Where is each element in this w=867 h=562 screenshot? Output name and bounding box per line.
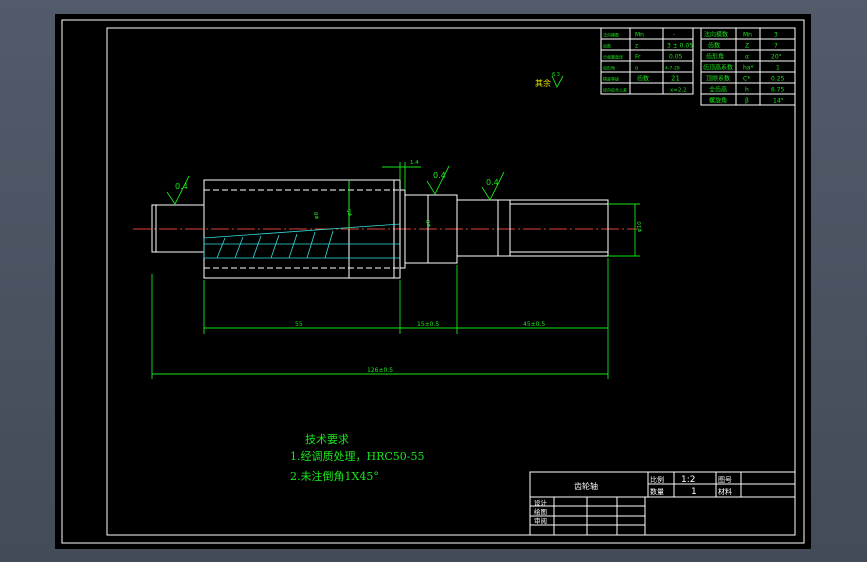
gear-params-table-left: 法向模数 Mn - 齿数 z 3 ± 0.05 分度圆直径 Fr 0.05 齿形… bbox=[600, 27, 694, 95]
title-block: 齿轮轴 比例 1:2 图号 数量 1 材料 设计 绘图 审阅 bbox=[529, 471, 796, 536]
roughness-symbols: 0.4 0.4 0.4 bbox=[166, 165, 505, 205]
dim-gear-length: 55 bbox=[295, 321, 303, 328]
param-l0-val: - bbox=[673, 32, 675, 39]
surface-roughness-other: 其余 6.3 bbox=[535, 72, 564, 89]
scale-value: 1:2 bbox=[681, 475, 695, 485]
outer-border bbox=[61, 19, 805, 544]
part-name: 齿轮轴 bbox=[574, 481, 598, 491]
param-r4-name: 顶隙系数 bbox=[706, 75, 730, 83]
param-l3-val: 4-7-28 bbox=[665, 66, 680, 72]
param-l4-name: 精度等级 bbox=[603, 76, 619, 82]
param-l5-name: 径向综合公差 bbox=[603, 87, 627, 93]
shaft-part-drawing bbox=[133, 179, 638, 279]
param-l4-sym: 齿数 bbox=[637, 75, 649, 83]
dim-mid-length: 15±0.5 bbox=[417, 321, 439, 328]
roughness-middle: 0.4 bbox=[433, 171, 446, 180]
dim-shoulder: 1.4 bbox=[410, 160, 419, 166]
dim-total-length: 126±0.5 bbox=[367, 367, 393, 374]
param-r2-name: 齿形角 bbox=[706, 53, 724, 61]
param-r2-sym: α bbox=[745, 54, 749, 61]
dim-right-length: 45±0.5 bbox=[523, 321, 545, 328]
inner-frame bbox=[106, 27, 796, 536]
dimensions: 55 15±0.5 45±0.5 126±0.5 1.4 φ8 φ5 φ8 φ1… bbox=[151, 160, 643, 379]
param-r0-name: 法向模数 bbox=[704, 31, 728, 39]
material-label: 材料 bbox=[718, 487, 732, 496]
param-r5-val: 6.75 bbox=[771, 87, 785, 94]
draw-label: 绘图 bbox=[534, 507, 547, 516]
notes-title: 技术要求 bbox=[305, 433, 349, 446]
notes-line-2: 2.未注倒角1X45° bbox=[290, 469, 379, 483]
param-r0-val: 3 bbox=[774, 32, 778, 39]
dim-right-diameter: φ10 bbox=[637, 221, 643, 232]
roughness-left: 0.4 bbox=[175, 182, 188, 191]
engineering-drawing: 法向模数 Mn - 齿数 z 3 ± 0.05 分度圆直径 Fr 0.05 齿形… bbox=[61, 19, 805, 544]
param-r5-sym: h bbox=[745, 87, 749, 94]
param-r0-sym: Mn bbox=[743, 32, 752, 39]
param-l1-val: 3 ± 0.05 bbox=[667, 43, 693, 50]
qty-value: 1 bbox=[691, 487, 697, 497]
notes-line-1: 1.经调质处理，HRC50-55 bbox=[290, 450, 425, 463]
drawing-no-label: 图号 bbox=[718, 476, 732, 484]
review-label: 审阅 bbox=[534, 516, 547, 525]
param-r3-val: 1 bbox=[776, 65, 780, 72]
gear-params-table-right: 法向模数 Mn 3 齿数 Z 7 齿形角 α 20° 齿顶高系数 ha* 1 顶… bbox=[700, 27, 796, 106]
param-l0-sym: Mn bbox=[635, 32, 644, 39]
param-l5-val: x=2.2 bbox=[670, 88, 687, 94]
surface-note-label: 其余 bbox=[535, 78, 551, 88]
technical-requirements: 技术要求 1.经调质处理，HRC50-55 2.未注倒角1X45° bbox=[290, 433, 425, 483]
param-l0-name: 法向模数 bbox=[603, 32, 619, 38]
param-r3-sym: ha* bbox=[743, 65, 753, 72]
param-r4-sym: C* bbox=[743, 76, 750, 83]
param-r1-name: 齿数 bbox=[708, 42, 720, 50]
roughness-right: 0.4 bbox=[486, 178, 499, 187]
param-l3-sym: α bbox=[635, 66, 639, 72]
scale-label: 比例 bbox=[650, 475, 664, 484]
surface-note-value: 6.3 bbox=[552, 72, 560, 78]
dim-inner-diameter: φ5 bbox=[347, 208, 353, 216]
param-l4-val: 21 bbox=[671, 75, 680, 83]
param-r6-name: 螺旋角 bbox=[709, 97, 727, 105]
param-l2-name: 分度圆直径 bbox=[603, 54, 623, 60]
param-r6-sym: β bbox=[745, 98, 749, 105]
param-r1-val: 7 bbox=[774, 43, 778, 50]
param-l2-val: 0.05 bbox=[669, 54, 683, 61]
param-l3-name: 齿形角 bbox=[603, 65, 615, 71]
param-r5-name: 全齿高 bbox=[709, 86, 727, 94]
param-r3-name: 齿顶高系数 bbox=[703, 64, 733, 72]
param-r4-val: 0.25 bbox=[771, 76, 785, 83]
qty-label: 数量 bbox=[650, 487, 664, 496]
design-label: 设计 bbox=[534, 498, 548, 507]
param-l2-sym: Fr bbox=[635, 54, 641, 61]
drawing-sheet: 法向模数 Mn - 齿数 z 3 ± 0.05 分度圆直径 Fr 0.05 齿形… bbox=[55, 14, 811, 549]
dim-mid-diameter: φ8 bbox=[426, 219, 432, 227]
dim-gear-diameter: φ8 bbox=[314, 211, 320, 219]
param-r2-val: 20° bbox=[771, 54, 782, 61]
cad-viewport[interactable]: 法向模数 Mn - 齿数 z 3 ± 0.05 分度圆直径 Fr 0.05 齿形… bbox=[0, 0, 867, 562]
param-r6-val: 14° bbox=[773, 98, 784, 105]
param-l1-name: 齿数 bbox=[603, 43, 611, 49]
param-r1-sym: Z bbox=[745, 43, 749, 50]
param-l1-sym: z bbox=[635, 43, 638, 50]
